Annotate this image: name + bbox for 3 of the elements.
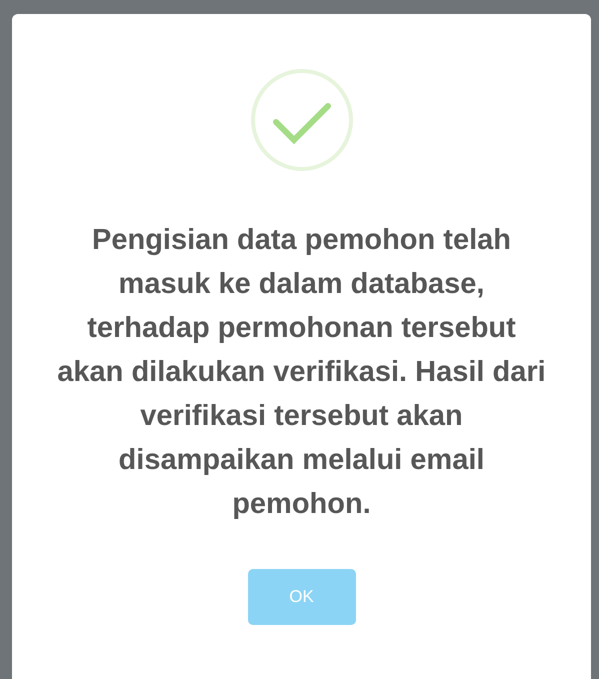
checkmark-icon — [250, 68, 354, 172]
alert-message: Pengisian data pemohon telah masuk ke dalam database, terhadap permohonan tersebut akan dilakukan verifikasi. Hasil dari verifikasi tersebut akan disampaikan melalui email pemohon. — [56, 223, 547, 522]
ok-button[interactable]: OK — [248, 569, 356, 625]
